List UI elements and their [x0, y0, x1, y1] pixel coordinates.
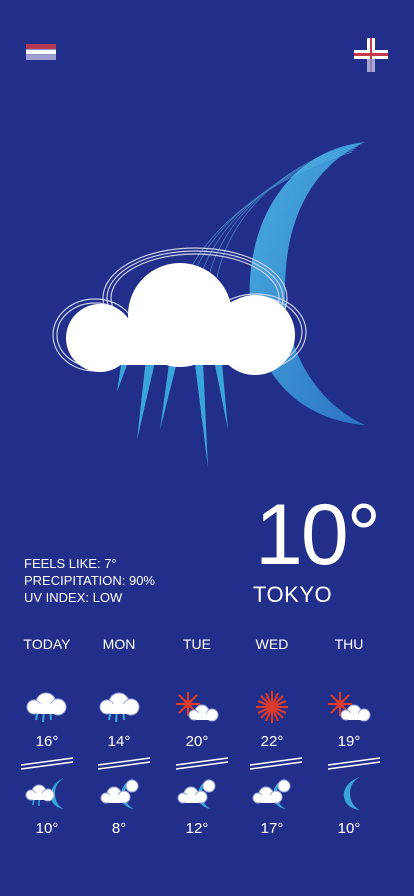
low-temp: 10°	[35, 820, 59, 837]
day-label: TUE	[183, 636, 211, 652]
current-temperature: 10°	[255, 487, 381, 583]
add-location-button[interactable]	[354, 38, 388, 72]
flag-menu-icon	[26, 44, 56, 60]
high-temp: 19°	[337, 733, 361, 750]
sun-icon	[256, 691, 288, 723]
separator-lines	[97, 757, 151, 770]
separator-lines	[327, 757, 381, 770]
weather-details: FEELS LIKE: 7° PRECIPITATION: 90% UV IND…	[24, 555, 155, 606]
day-label: TODAY	[23, 636, 71, 652]
day-label: THU	[334, 636, 364, 652]
separator-lines	[20, 757, 74, 770]
low-temp: 8°	[111, 820, 127, 837]
high-temp: 14°	[107, 733, 131, 750]
day-label: WED	[255, 636, 289, 652]
moon-cloud-icon	[100, 778, 139, 809]
rain-cloud-icon	[99, 692, 140, 723]
uv-index: UV INDEX: LOW	[24, 590, 123, 605]
rain-cloud-icon	[26, 692, 67, 723]
sun-cloud-icon	[176, 692, 219, 722]
sun-cloud-icon	[328, 692, 371, 722]
separator-lines	[175, 757, 229, 770]
moon-rain-cloud-icon	[25, 778, 64, 809]
high-temp: 20°	[185, 733, 209, 750]
low-temp: 10°	[337, 820, 361, 837]
high-temp: 16°	[35, 733, 59, 750]
current-weather-icon	[40, 130, 380, 480]
menu-button[interactable]	[26, 44, 56, 60]
feels-like: FEELS LIKE: 7°	[24, 556, 117, 571]
moon-cloud-icon	[177, 778, 216, 809]
city-name: TOKYO	[253, 582, 333, 607]
moon-icon	[343, 777, 360, 810]
low-temp: 17°	[260, 820, 284, 837]
precipitation: PRECIPITATION: 90%	[24, 573, 155, 588]
high-temp: 22°	[260, 733, 284, 750]
plus-icon	[354, 38, 388, 72]
moon-cloud-icon	[252, 778, 291, 809]
separator-lines	[249, 757, 303, 770]
day-label: MON	[102, 636, 136, 652]
low-temp: 12°	[185, 820, 209, 837]
